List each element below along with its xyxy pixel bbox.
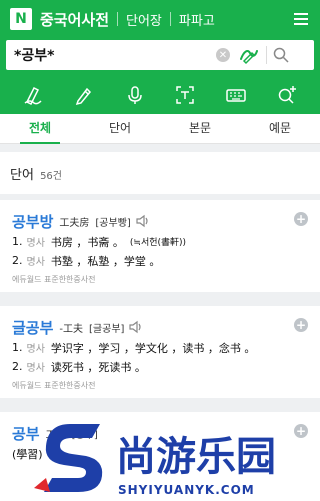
- entry-pronunciation: [글공부]: [89, 323, 125, 335]
- section-label: 단어: [10, 168, 34, 183]
- watermark: 尚游乐园 SHYIYUANYK.COM: [30, 418, 320, 501]
- sense-line: 2. 명사 读死书 ，死读书 。: [12, 360, 146, 374]
- section-header: 단어 56건: [0, 152, 320, 194]
- tab-body[interactable]: 본문: [160, 114, 240, 143]
- add-search-icon[interactable]: [273, 81, 301, 109]
- app-title[interactable]: 중국어사전: [40, 9, 109, 30]
- handwriting-icon[interactable]: [19, 81, 47, 109]
- result-tabs: 전체 단어 본문 예문: [0, 114, 320, 144]
- pen-icon[interactable]: [70, 81, 98, 109]
- entry-pronunciation: [공부빵]: [95, 217, 131, 229]
- watermark-logo-icon: 尚游乐园 SHYIYUANYK.COM: [34, 424, 276, 497]
- tab-words[interactable]: 단어: [80, 114, 160, 143]
- entry-headword[interactable]: 공부방: [12, 211, 53, 232]
- entry-card: 공부방 工夫房 [공부빵] + 1. 명사 书房 ，书斋 。 (≒서헌(書軒))…: [0, 200, 320, 292]
- speaker-icon[interactable]: [135, 213, 151, 229]
- microphone-icon[interactable]: [121, 81, 149, 109]
- top-bar: N 중국어사전 단어장 파파고: [0, 0, 320, 38]
- entry-headword[interactable]: 글공부: [12, 317, 53, 338]
- input-toolbar: [0, 76, 320, 114]
- entry-hanja: -工夫: [59, 323, 84, 335]
- tab-examples[interactable]: 예문: [240, 114, 320, 143]
- text-recognition-icon[interactable]: [171, 81, 199, 109]
- papago-link[interactable]: 파파고: [179, 10, 215, 29]
- svg-text:SHYIYUANYK.COM: SHYIYUANYK.COM: [118, 483, 255, 497]
- divider: [169, 12, 171, 26]
- entry-hanja: 工夫房: [59, 217, 90, 229]
- speaker-icon[interactable]: [128, 319, 144, 335]
- entry-card: 글공부 -工夫 [글공부] + 1. 명사 学识字 ，学习 ，学文化 ，读书 ，…: [0, 306, 320, 398]
- keyboard-icon[interactable]: [222, 81, 250, 109]
- search-icon[interactable]: [267, 42, 295, 68]
- add-wordbook-icon[interactable]: +: [294, 318, 308, 332]
- handwriting-input-icon[interactable]: [236, 42, 262, 68]
- entry-source: 에듀월드 표준한한중사전: [12, 275, 96, 284]
- naver-logo[interactable]: N: [10, 8, 32, 30]
- tab-all[interactable]: 전체: [0, 114, 80, 144]
- svg-text:尚游乐园: 尚游乐园: [116, 434, 276, 480]
- search-input[interactable]: [14, 47, 204, 63]
- sense-line: 1. 명사 书房 ，书斋 。 (≒서헌(書軒)): [12, 235, 187, 249]
- divider: [117, 12, 119, 26]
- entry-source: 에듀월드 표준한한중사전: [12, 381, 96, 390]
- add-wordbook-icon[interactable]: +: [294, 212, 308, 226]
- search-box: ✕: [6, 40, 314, 70]
- sense-line: 2. 명사 书塾 ，私塾 ，学堂 。: [12, 254, 161, 268]
- wordbook-link[interactable]: 단어장: [126, 10, 162, 29]
- clear-icon[interactable]: ✕: [216, 48, 230, 62]
- search-area: ✕: [0, 38, 320, 76]
- menu-icon[interactable]: [294, 13, 308, 25]
- sense-line: 1. 명사 学识字 ，学习 ，学文化 ，读书 ，念书 。: [12, 341, 256, 355]
- result-count: 56건: [40, 171, 62, 182]
